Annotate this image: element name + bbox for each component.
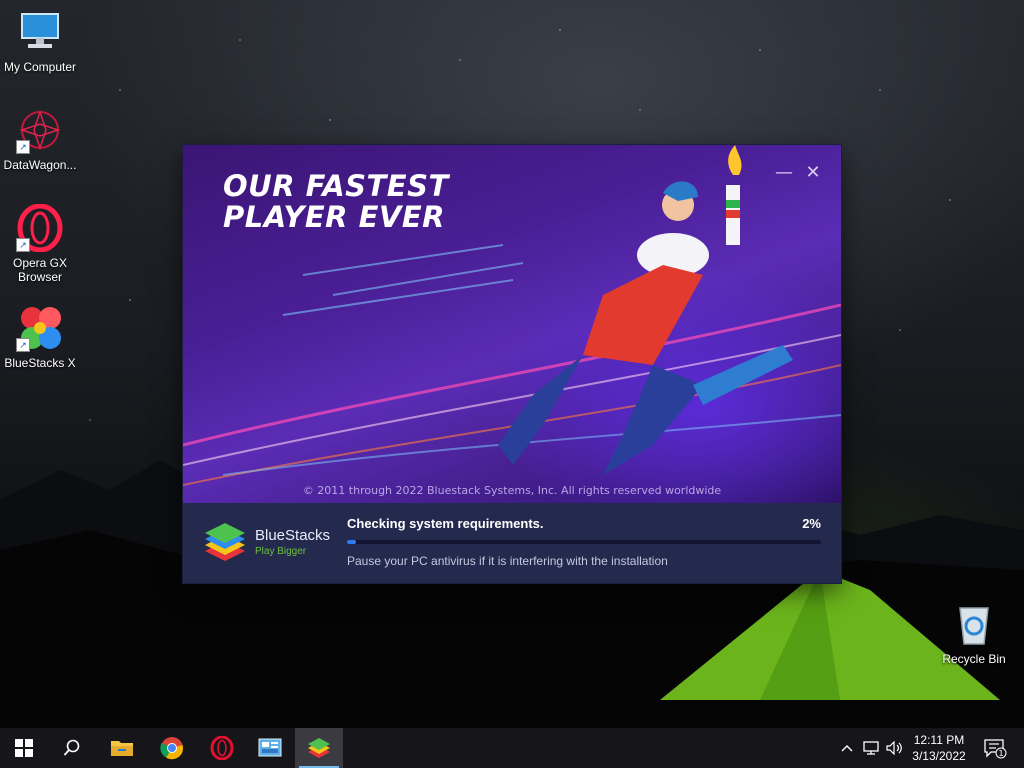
opera-icon (210, 736, 234, 760)
control-panel-icon (258, 738, 282, 757)
bluestacks-logo-icon (201, 521, 249, 565)
chevron-up-icon (841, 745, 853, 752)
recycle-bin-icon (950, 600, 998, 648)
desktop-icon-recycle-bin[interactable]: Recycle Bin (934, 600, 1014, 666)
desktop-icon-label: Opera GX Browser (12, 256, 68, 284)
desktop-icon-opera-gx[interactable]: ↗ Opera GX Browser (0, 203, 80, 284)
progress-percent: 2% (802, 516, 821, 531)
installer-footer: BlueStacks Play Bigger Checking system r… (183, 503, 841, 583)
progress-bar (347, 540, 821, 544)
show-hidden-icons-button[interactable] (838, 728, 856, 768)
search-button[interactable] (48, 728, 96, 768)
shortcut-arrow-icon: ↗ (16, 338, 30, 352)
desktop-icon-label: Recycle Bin (942, 652, 1006, 666)
file-explorer-icon (111, 741, 133, 756)
promo-headline: OUR FASTEST PLAYER EVER (223, 171, 449, 233)
runner-illustration (498, 145, 793, 475)
opera-gx-icon: ↗ (16, 203, 64, 253)
bluestacks-x-icon: ↗ (16, 304, 64, 352)
brand-name: BlueStacks (255, 527, 331, 544)
taskbar-file-explorer[interactable] (98, 728, 146, 768)
search-icon (63, 739, 80, 756)
desktop-icon-bluestacks-x[interactable]: ↗ BlueStacks X (0, 304, 80, 370)
notification-icon: 1 (984, 739, 1007, 759)
taskbar-chrome[interactable] (148, 728, 196, 768)
shortcut-arrow-icon: ↗ (16, 140, 30, 154)
network-icon (863, 741, 879, 755)
copyright-text: © 2011 through 2022 Bluestack Systems, I… (302, 484, 722, 497)
brand-tagline: Play Bigger (255, 546, 307, 557)
headline-line-2: PLAYER EVER (223, 200, 445, 234)
close-button[interactable]: ✕ (802, 163, 824, 183)
clock-date: 3/13/2022 (912, 749, 966, 763)
computer-icon (16, 8, 64, 56)
network-status-button[interactable] (860, 728, 882, 768)
start-button[interactable] (0, 728, 48, 768)
antivirus-hint: Pause your PC antivirus if it is interfe… (347, 554, 668, 568)
install-status-text: Checking system requirements. (347, 516, 544, 531)
clock-time: 12:11 PM (913, 733, 965, 747)
desktop-icon-datawagon[interactable]: ↗ DataWagon... (0, 106, 80, 172)
minimize-button[interactable]: — (773, 163, 795, 183)
datawagon-icon: ↗ (16, 106, 64, 154)
progress-bar-fill (347, 540, 357, 544)
start-icon (15, 739, 33, 757)
taskbar-clock[interactable]: 12:11 PM 3/13/2022 (904, 732, 974, 764)
desktop-icon-my-computer[interactable]: My Computer (0, 8, 80, 74)
notification-count: 1 (998, 749, 1003, 758)
shortcut-arrow-icon: ↗ (16, 238, 30, 252)
desktop-icon-label: DataWagon... (3, 158, 77, 172)
promo-banner: OUR FASTEST PLAYER EVER — ✕ © 2011 throu… (183, 145, 841, 503)
taskbar-bluestacks[interactable] (295, 728, 343, 768)
bluestacks-icon (308, 738, 330, 758)
headline-line-1: OUR FASTEST (223, 169, 449, 203)
volume-button[interactable] (884, 728, 906, 768)
taskbar-control-panel[interactable] (246, 728, 294, 768)
bluestacks-installer-window: OUR FASTEST PLAYER EVER — ✕ © 2011 throu… (183, 145, 841, 583)
taskbar: 12:11 PM 3/13/2022 1 (0, 728, 1024, 768)
action-center-button[interactable]: 1 (980, 728, 1010, 768)
taskbar-opera[interactable] (198, 728, 246, 768)
desktop-icon-label: BlueStacks X (4, 356, 76, 370)
speaker-icon (886, 741, 902, 755)
desktop-icon-label: My Computer (3, 60, 77, 74)
chrome-icon (160, 737, 184, 760)
